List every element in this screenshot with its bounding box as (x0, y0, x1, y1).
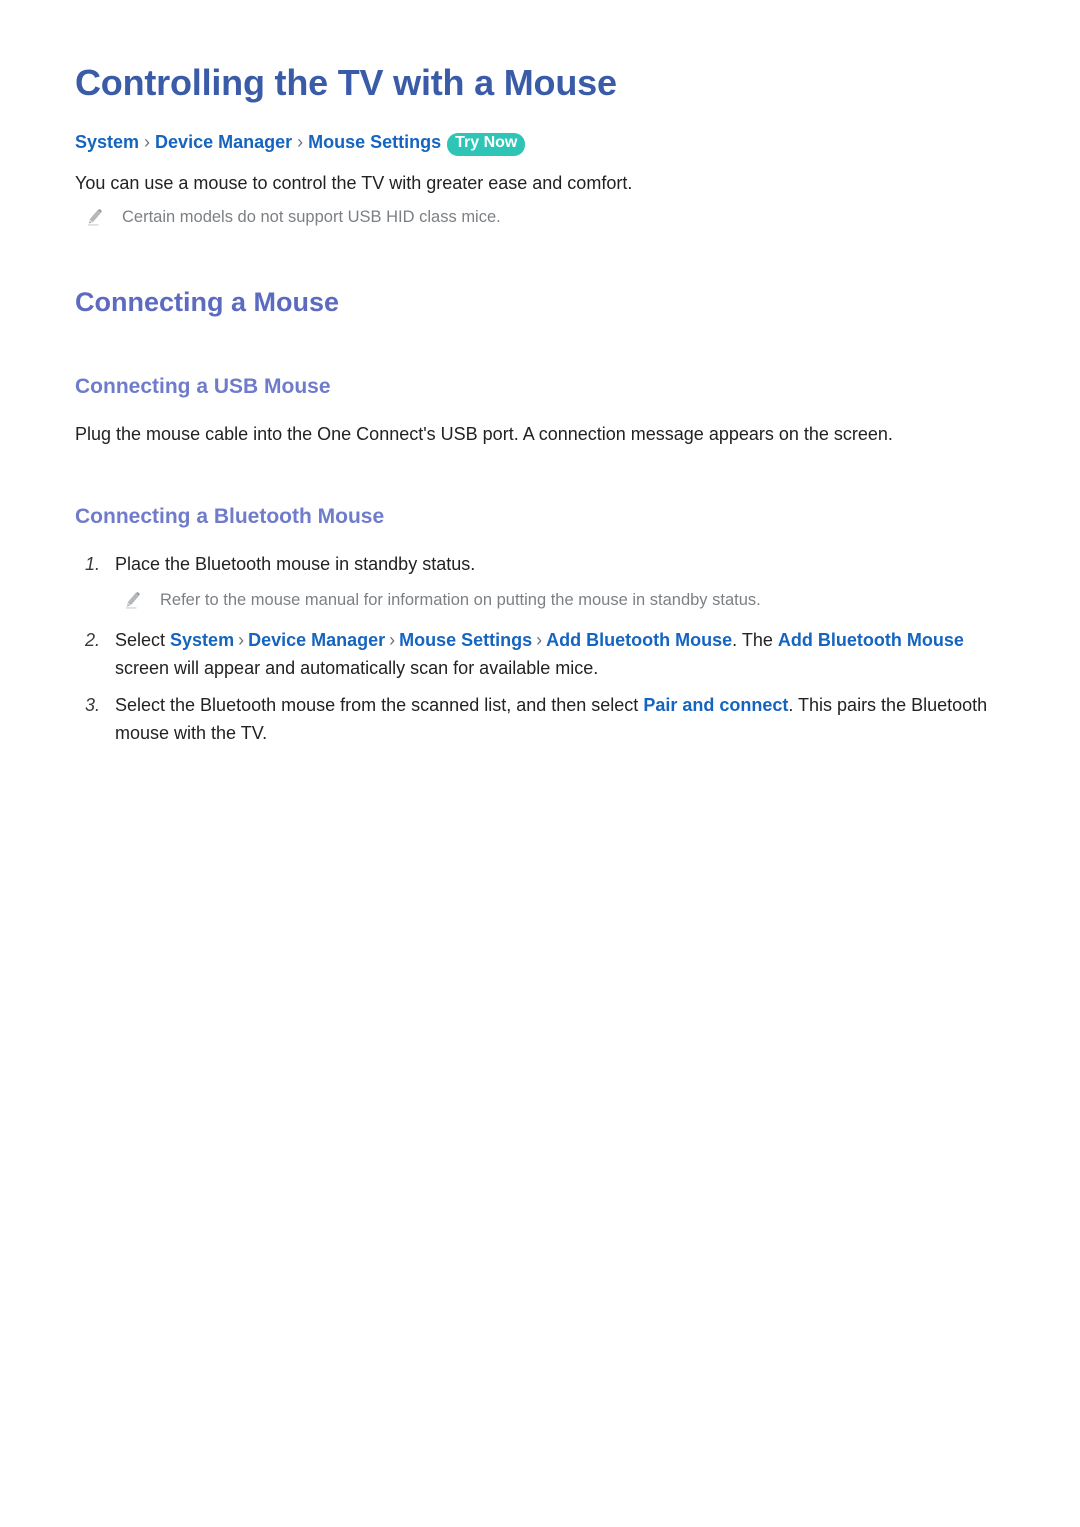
step-note-text: Refer to the mouse manual for informatio… (160, 591, 761, 610)
breadcrumb-separator: › (144, 132, 151, 153)
step-number: 1. (85, 554, 101, 575)
inline-separator: › (536, 629, 543, 650)
section-heading-connecting-a-mouse: Connecting a Mouse (75, 286, 340, 317)
inline-text: screen will appear and automatically sca… (115, 657, 599, 678)
breadcrumb-item-device-manager[interactable]: Device Manager (155, 132, 292, 152)
step-number: 3. (85, 694, 101, 715)
inline-text: Select (115, 629, 171, 650)
intro-paragraph: You can use a mouse to control the TV wi… (75, 172, 633, 193)
intro-note-text: Certain models do not support USB HID cl… (122, 207, 501, 226)
step-block: 3. Select the Bluetooth mouse from the sc… (75, 692, 1008, 748)
inline-text: Place the Bluetooth mouse in standby sta… (115, 554, 476, 575)
list-item: 2. Select System › Device Manager › Mouse Set… (75, 627, 1008, 683)
inline-text: Select the Bluetooth mouse from the scan… (115, 694, 644, 715)
breadcrumb: System › Device Manager › Mouse Settings Try … (75, 131, 1008, 156)
breadcrumb-item-system[interactable]: System (75, 132, 139, 152)
step-number: 2. (85, 629, 101, 650)
step-text: Select the Bluetooth mouse from the scan… (115, 692, 1008, 748)
inline-link[interactable]: Pair and connect (643, 695, 788, 715)
document-page: Controlling the TV with a Mouse System › D… (0, 0, 1080, 1527)
bluetooth-steps-list: 1. Place the Bluetooth mouse in standby s… (75, 551, 1008, 747)
try-now-badge[interactable]: Try Now (447, 133, 526, 156)
step-text: Place the Bluetooth mouse in standby sta… (115, 551, 1008, 579)
inline-separator: › (389, 629, 396, 650)
breadcrumb-item-mouse-settings[interactable]: Mouse Settings (308, 132, 441, 152)
breadcrumb-separator: › (297, 132, 304, 153)
usb-mouse-paragraph: Plug the mouse cable into the One Connec… (75, 424, 893, 445)
pencil-icon (87, 208, 104, 227)
step-block: 1. Place the Bluetooth mouse in standby s… (75, 551, 1008, 613)
inline-link[interactable]: Device Manager (248, 630, 385, 650)
step-block: 2. Select System › Device Manager › Mouse Set… (75, 627, 1008, 683)
inline-link[interactable]: Mouse Settings (399, 630, 532, 650)
step-note: Refer to the mouse manual for informatio… (75, 588, 1008, 613)
subsection-heading-usb-mouse: Connecting a USB Mouse (75, 374, 331, 398)
list-item: 3. Select the Bluetooth mouse from the sc… (75, 692, 1008, 748)
inline-link[interactable]: Add Bluetooth Mouse (778, 630, 964, 650)
subsection-heading-bluetooth-mouse: Connecting a Bluetooth Mouse (75, 505, 385, 529)
list-item: 1. Place the Bluetooth mouse in standby s… (75, 551, 1008, 579)
intro-note: Certain models do not support USB HID cl… (75, 205, 1008, 230)
step-text: Select System › Device Manager › Mouse Setti… (115, 627, 1008, 683)
inline-link[interactable]: System (170, 630, 234, 650)
inline-link[interactable]: Add Bluetooth Mouse (546, 630, 732, 650)
pencil-icon (125, 591, 142, 610)
inline-text: . The (732, 629, 778, 650)
page-title: Controlling the TV with a Mouse (75, 62, 617, 103)
inline-separator: › (238, 629, 245, 650)
